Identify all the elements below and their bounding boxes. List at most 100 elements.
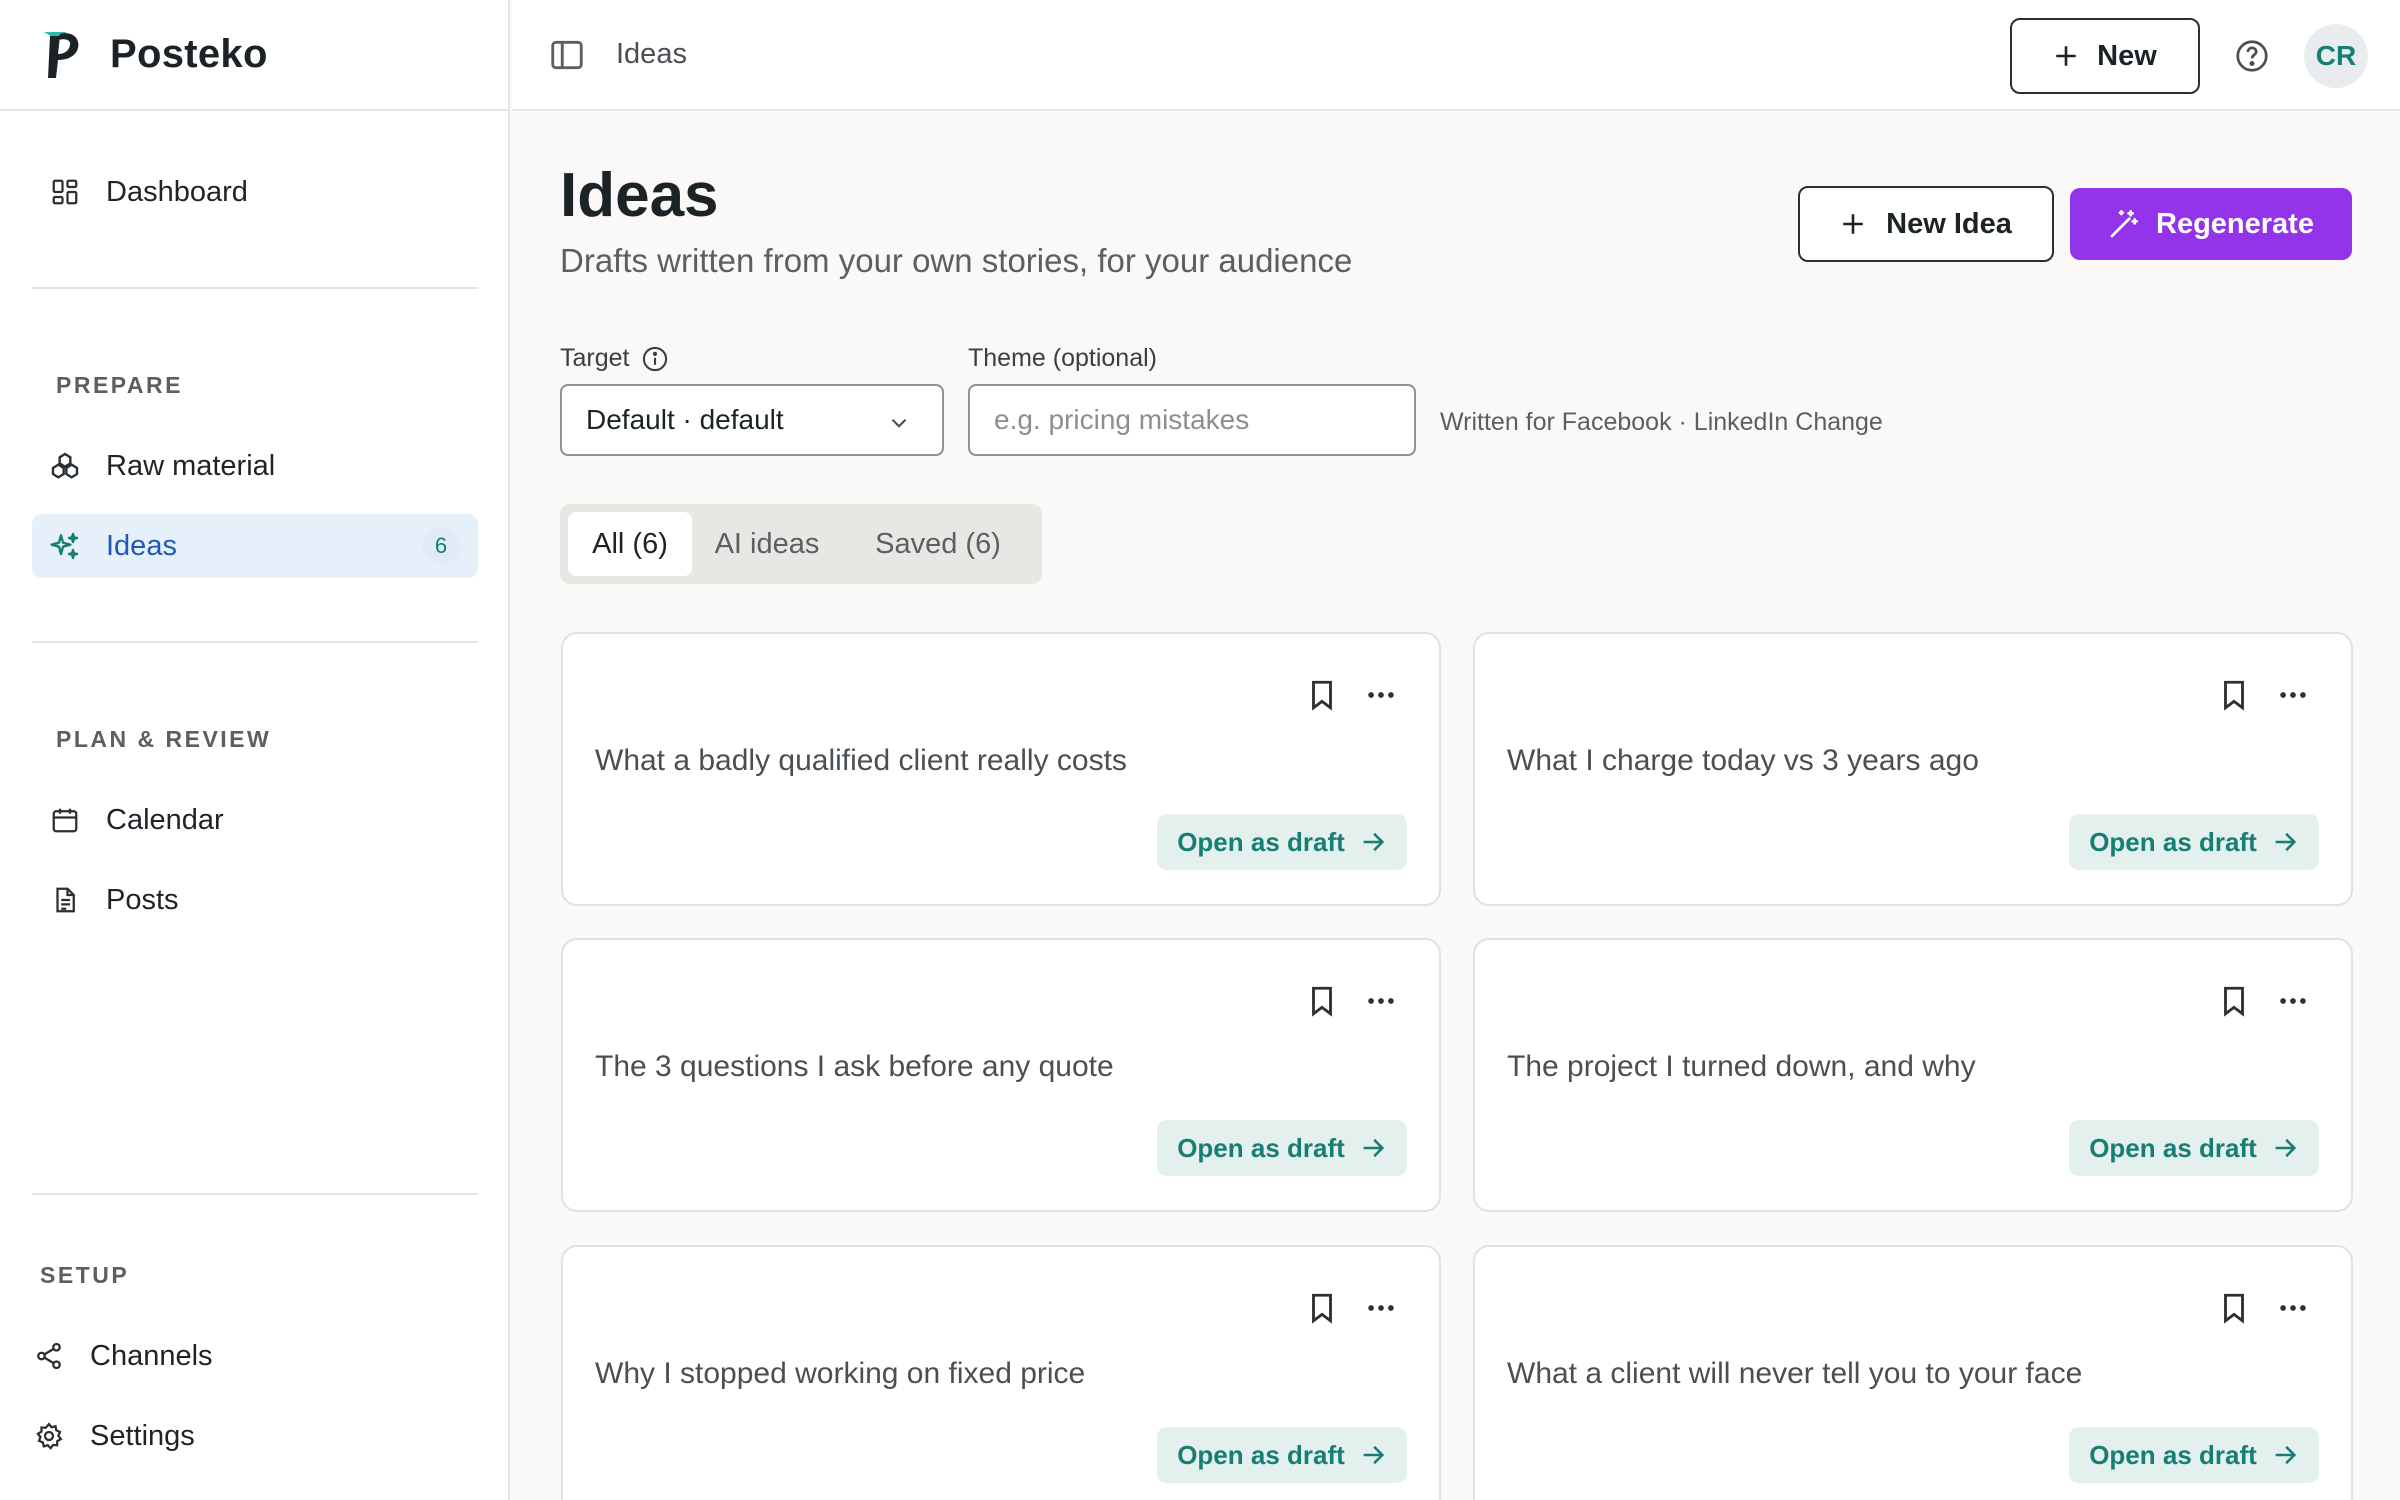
idea-card-title: The project I turned down, and why	[1507, 1050, 1976, 1083]
idea-card[interactable]: Why I stopped working on fixed price Ope…	[561, 1245, 1441, 1500]
open-as-draft-label: Open as draft	[1177, 826, 1345, 857]
bookmark-icon[interactable]	[2217, 1291, 2251, 1325]
plus-icon	[2056, 46, 2076, 66]
chevron-down-icon	[891, 418, 907, 428]
regenerate-button[interactable]: Regenerate	[2070, 188, 2352, 260]
bookmark-icon[interactable]	[2217, 984, 2251, 1018]
sidebar-item-posts[interactable]: Posts	[32, 868, 478, 932]
new-button-label: New	[2097, 39, 2157, 72]
more-options-icon[interactable]	[1363, 1291, 1399, 1325]
target-label: Target	[560, 344, 669, 373]
tab-all[interactable]: All (6)	[568, 512, 692, 576]
sidebar-item-label: Channels	[90, 1339, 213, 1372]
bookmark-icon[interactable]	[1305, 678, 1339, 712]
tab-saved[interactable]: Saved (6)	[842, 512, 1034, 576]
open-as-draft-button[interactable]: Open as draft	[2069, 1427, 2319, 1483]
help-icon[interactable]	[2234, 38, 2270, 74]
gear-icon	[32, 1419, 66, 1453]
posteko-logo	[44, 31, 79, 78]
section-label-plan-review: PLAN & REVIEW	[56, 726, 272, 752]
new-idea-label: New Idea	[1886, 207, 2012, 240]
open-as-draft-label: Open as draft	[1177, 1439, 1345, 1470]
share-icon	[32, 1339, 66, 1373]
sidebar-item-channels[interactable]: Channels	[16, 1324, 462, 1388]
new-idea-button[interactable]: New Idea	[1798, 186, 2054, 262]
open-as-draft-button[interactable]: Open as draft	[1157, 814, 1407, 870]
theme-label: Theme (optional)	[968, 344, 1157, 372]
idea-card-title: The 3 questions I ask before any quote	[595, 1050, 1114, 1083]
boxes-icon	[48, 449, 82, 483]
open-as-draft-button[interactable]: Open as draft	[2069, 1120, 2319, 1176]
page-subtitle: Drafts written from your own stories, fo…	[560, 242, 1353, 279]
sidebar-toggle-icon[interactable]	[548, 36, 586, 74]
section-label-prepare: PREPARE	[56, 372, 183, 398]
calendar-icon	[48, 803, 82, 837]
more-options-icon[interactable]	[1363, 678, 1399, 712]
sidebar-item-dashboard[interactable]: Dashboard	[32, 160, 478, 224]
idea-card[interactable]: The 3 questions I ask before any quote O…	[561, 938, 1441, 1212]
target-select-value: Default · default	[586, 404, 784, 435]
idea-card-title: What I charge today vs 3 years ago	[1507, 744, 1979, 777]
sidebar-item-raw-material[interactable]: Raw material	[32, 434, 478, 498]
idea-card[interactable]: What I charge today vs 3 years ago Open …	[1473, 632, 2353, 906]
arrow-right-icon	[1363, 832, 1384, 852]
sidebar-item-ideas[interactable]: Ideas 6	[32, 514, 478, 578]
theme-input[interactable]	[968, 384, 1416, 456]
open-as-draft-button[interactable]: Open as draft	[1157, 1427, 1407, 1483]
more-options-icon[interactable]	[1363, 984, 1399, 1018]
target-label-text: Target	[560, 344, 630, 372]
more-options-icon[interactable]	[2275, 1291, 2311, 1325]
more-options-icon[interactable]	[2275, 678, 2311, 712]
regenerate-label: Regenerate	[2156, 207, 2314, 240]
open-as-draft-label: Open as draft	[2089, 1439, 2257, 1470]
sidebar: Posteko Dashboard PREPARE Raw material I…	[0, 0, 510, 1500]
idea-card-title: What a client will never tell you to you…	[1507, 1357, 2083, 1390]
ideas-tabs: All (6) AI ideas Saved (6)	[560, 504, 1042, 584]
open-as-draft-button[interactable]: Open as draft	[1157, 1120, 1407, 1176]
sidebar-item-label: Dashboard	[106, 175, 248, 208]
bookmark-icon[interactable]	[2217, 678, 2251, 712]
magic-wand-icon	[2110, 210, 2139, 238]
bookmark-icon[interactable]	[1305, 1291, 1339, 1325]
page-title: Ideas	[560, 161, 719, 230]
idea-card-title: What a badly qualified client really cos…	[595, 744, 1127, 777]
sidebar-item-settings[interactable]: Settings	[16, 1404, 462, 1468]
sidebar-item-label: Calendar	[106, 803, 224, 836]
breadcrumb[interactable]: Ideas	[616, 38, 687, 71]
topbar: Ideas New CR	[512, 0, 2400, 111]
sidebar-item-label: Settings	[90, 1419, 195, 1452]
open-as-draft-label: Open as draft	[2089, 1132, 2257, 1163]
app-name: Posteko	[110, 32, 268, 76]
sidebar-item-calendar[interactable]: Calendar	[32, 788, 478, 852]
idea-card[interactable]: The project I turned down, and why Open …	[1473, 938, 2353, 1212]
arrow-right-icon	[2275, 1138, 2296, 1158]
info-icon[interactable]	[641, 345, 669, 373]
sidebar-divider	[32, 641, 478, 643]
open-as-draft-button[interactable]: Open as draft	[2069, 814, 2319, 870]
bookmark-icon[interactable]	[1305, 984, 1339, 1018]
open-as-draft-label: Open as draft	[1177, 1132, 1345, 1163]
document-icon	[48, 883, 82, 917]
section-label-setup: SETUP	[40, 1262, 130, 1288]
brand[interactable]: Posteko	[0, 0, 510, 111]
sidebar-item-label: Raw material	[106, 449, 276, 482]
idea-card[interactable]: What a client will never tell you to you…	[1473, 1245, 2353, 1500]
arrow-right-icon	[1363, 1138, 1384, 1158]
sidebar-divider	[32, 287, 478, 289]
sparkles-icon	[48, 529, 82, 563]
arrow-right-icon	[2275, 832, 2296, 852]
sidebar-item-label: Ideas	[106, 529, 177, 562]
arrow-right-icon	[1363, 1445, 1384, 1465]
dashboard-icon	[48, 175, 82, 209]
target-select[interactable]: Default · default	[560, 384, 944, 456]
avatar[interactable]: CR	[2304, 24, 2368, 88]
sidebar-item-label: Posts	[106, 883, 179, 916]
arrow-right-icon	[2275, 1445, 2296, 1465]
tab-ai-ideas[interactable]: AI ideas	[700, 512, 834, 576]
idea-card[interactable]: What a badly qualified client really cos…	[561, 632, 1441, 906]
more-options-icon[interactable]	[2275, 984, 2311, 1018]
sidebar-divider	[32, 1193, 478, 1195]
new-button[interactable]: New	[2010, 18, 2200, 94]
written-for-text[interactable]: Written for Facebook · LinkedIn Change	[1440, 408, 1883, 437]
idea-card-title: Why I stopped working on fixed price	[595, 1357, 1086, 1390]
